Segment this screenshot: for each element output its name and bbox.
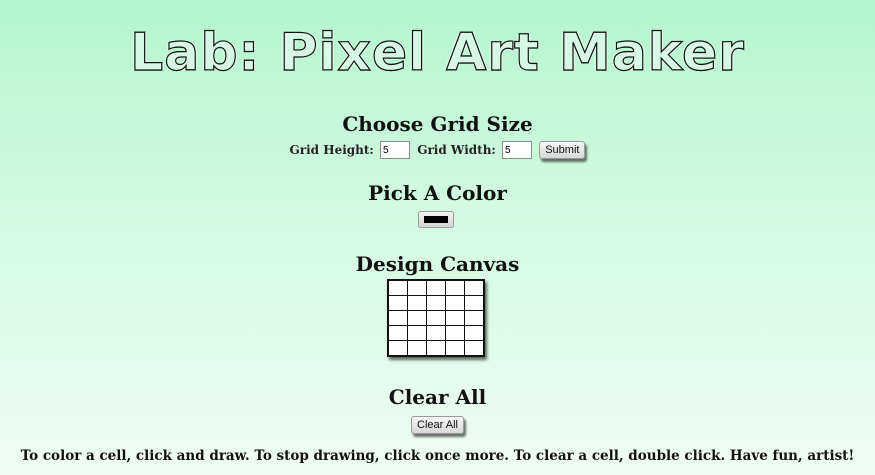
canvas-cell[interactable] (387, 295, 408, 311)
canvas-cell[interactable] (407, 325, 427, 341)
design-canvas-heading: Design Canvas (355, 252, 520, 276)
canvas-cell[interactable] (407, 310, 427, 326)
canvas-cell[interactable] (464, 340, 485, 357)
page-title-text: Lab: Pixel Art Maker (129, 22, 745, 83)
canvas-cell[interactable] (445, 279, 465, 296)
canvas-cell[interactable] (464, 279, 485, 296)
submit-button[interactable]: Submit (539, 141, 586, 159)
canvas-row (387, 295, 485, 311)
canvas-cell[interactable] (426, 325, 446, 341)
canvas-row (387, 340, 485, 357)
grid-size-heading: Choose Grid Size (342, 112, 533, 136)
clear-all-heading: Clear All (388, 385, 487, 409)
canvas-cell[interactable] (464, 310, 485, 326)
clear-all-button[interactable]: Clear All (411, 415, 464, 434)
canvas-cell[interactable] (426, 310, 446, 326)
canvas-cell[interactable] (407, 340, 427, 357)
color-swatch (424, 216, 448, 223)
canvas-cell[interactable] (426, 340, 446, 357)
canvas-cell[interactable] (387, 310, 408, 326)
instructions-text: To color a cell, click and draw. To stop… (20, 448, 855, 464)
color-picker[interactable] (418, 211, 454, 228)
canvas-row (387, 325, 485, 341)
canvas-cell[interactable] (464, 295, 485, 311)
canvas-cell[interactable] (445, 340, 465, 357)
grid-height-label: Grid Height: (289, 143, 374, 157)
pick-color-heading: Pick A Color (368, 181, 507, 205)
grid-width-input[interactable] (502, 141, 533, 159)
canvas-row (387, 310, 485, 326)
grid-height-input[interactable] (380, 141, 411, 159)
canvas-cell[interactable] (426, 295, 446, 311)
canvas-cell[interactable] (426, 279, 446, 296)
page: Lab: Pixel Art Maker Choose Grid Size Gr… (0, 0, 875, 475)
canvas-cell[interactable] (464, 325, 485, 341)
clear-all-wrapper: Clear All (0, 414, 875, 434)
page-title: Lab: Pixel Art Maker (0, 22, 875, 84)
canvas-cell[interactable] (407, 295, 427, 311)
canvas-cell[interactable] (445, 295, 465, 311)
canvas-row (387, 279, 485, 296)
canvas-cell[interactable] (445, 325, 465, 341)
pixel-canvas[interactable] (387, 279, 485, 357)
canvas-cell[interactable] (387, 325, 408, 341)
canvas-cell[interactable] (445, 310, 465, 326)
grid-size-form: Grid Height: Grid Width: Submit (0, 141, 875, 159)
canvas-cell[interactable] (387, 279, 408, 296)
canvas-cell[interactable] (407, 279, 427, 296)
canvas-cell[interactable] (387, 340, 408, 357)
grid-width-label: Grid Width: (417, 143, 496, 157)
